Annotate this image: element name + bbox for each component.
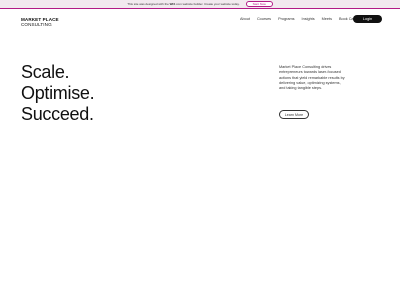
- site-header: MARKET PLACE CONSULTING About Courses Pr…: [0, 9, 400, 34]
- site-logo[interactable]: MARKET PLACE CONSULTING: [21, 17, 59, 27]
- login-button[interactable]: Login: [353, 15, 382, 23]
- nav-courses[interactable]: Courses: [257, 17, 271, 21]
- learn-more-button[interactable]: Learn More: [279, 110, 309, 119]
- wix-promo-banner: This site was designed with the WiX.com …: [0, 0, 400, 9]
- hero-description: Market Place Consulting drives entrepren…: [279, 65, 345, 91]
- hero-line-scale: Scale.: [21, 62, 70, 82]
- nav-insights[interactable]: Insights: [302, 17, 315, 21]
- hero-heading: Scale. Optimise. Succeed.: [21, 62, 95, 125]
- nav-meets[interactable]: Meets: [322, 17, 332, 21]
- nav-about[interactable]: About: [240, 17, 250, 21]
- main-nav: About Courses Programs Insights Meets Bo…: [240, 17, 355, 21]
- start-now-button[interactable]: Start Now: [245, 1, 273, 7]
- logo-line-2: CONSULTING: [21, 22, 52, 27]
- nav-programs[interactable]: Programs: [278, 17, 294, 21]
- banner-text: This site was designed with the WiX.com …: [127, 2, 240, 6]
- hero-line-optimise: Optimise.: [21, 83, 95, 103]
- hero-line-succeed: Succeed.: [21, 104, 94, 124]
